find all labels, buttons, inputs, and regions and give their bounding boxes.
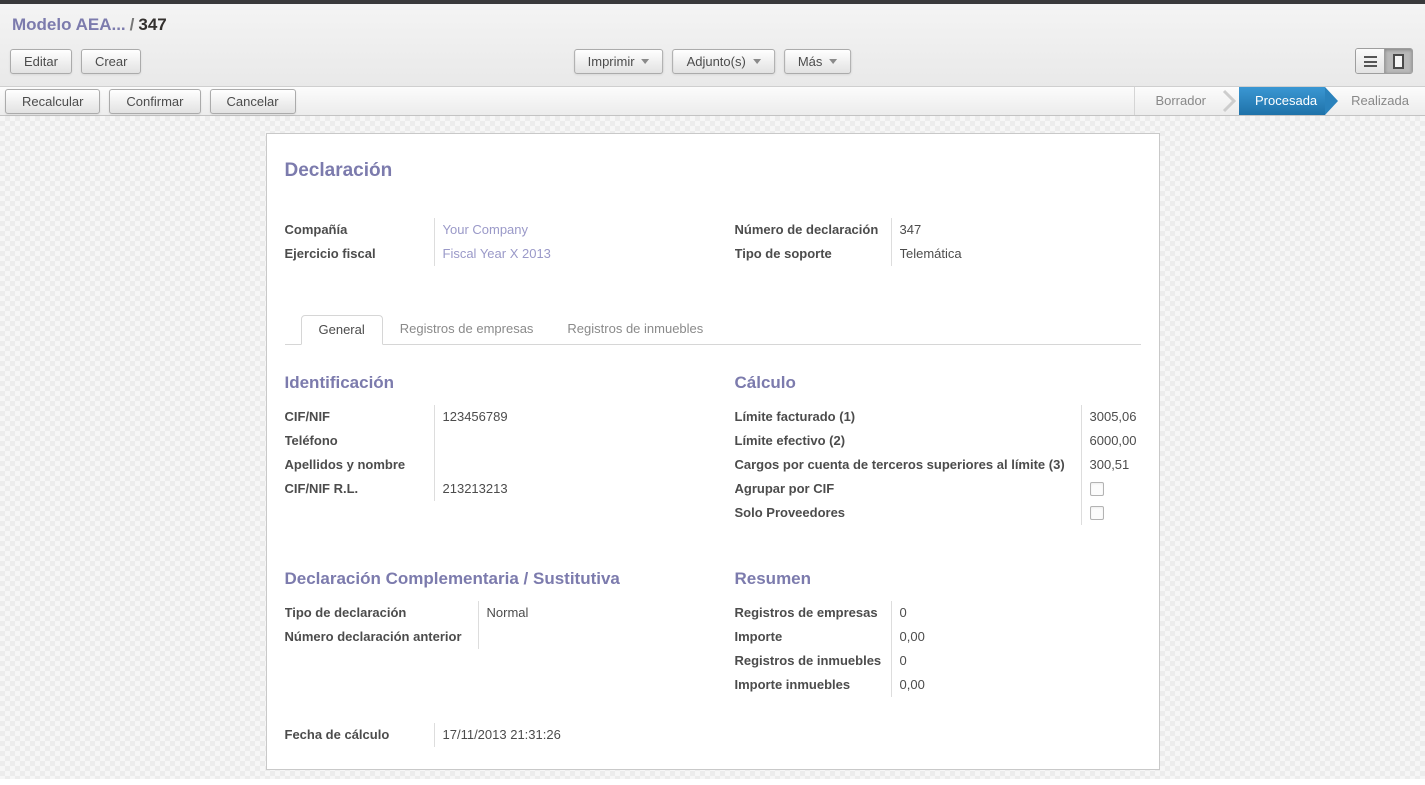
group-resumen: Registros de empresas Importe Registros … [735,601,1141,697]
field-value-ejercicio-fiscal-link[interactable]: Fiscal Year X 2013 [443,242,735,266]
form-view-button[interactable] [1384,49,1412,73]
field-value-cif-nif: 123456789 [443,405,735,429]
field-label-solo-proveedores: Solo Proveedores [735,501,1081,525]
status-step-realizada: Realizada [1325,87,1425,115]
field-label-ejercicio-fiscal: Ejercicio fiscal [285,242,434,266]
agrupar-por-cif-checkbox[interactable] [1090,482,1104,496]
status-step-borrador: Borrador [1139,87,1222,115]
section-title-identificacion: Identificación [285,373,735,393]
cancel-button-label: Cancelar [227,94,279,109]
section-title-complementaria: Declaración Complementaria / Sustitutiva [285,569,735,589]
notebook-tabs: General Registros de empresas Registros … [285,314,1141,345]
toolbar: Editar Crear Imprimir Adjunto(s) Más [10,48,1415,75]
field-label-importe-inmuebles: Importe inmuebles [735,673,891,697]
recalculate-button[interactable]: Recalcular [5,89,100,114]
print-dropdown-button[interactable]: Imprimir [574,49,664,74]
form-view-icon [1393,54,1404,69]
field-value-cif-nif-rl: 213213213 [443,477,735,501]
field-label-tipo-soporte: Tipo de soporte [735,242,891,266]
field-value-limite-facturado: 3005,06 [1090,405,1141,429]
control-panel: Modelo AEA.../347 Editar Crear Imprimir … [0,4,1425,86]
tab-registros-de-inmuebles[interactable]: Registros de inmuebles [550,315,720,345]
attachments-button-label: Adjunto(s) [687,54,746,69]
field-label-fecha-calculo: Fecha de cálculo [285,723,434,747]
form-background: Declaración Compañía Ejercicio fiscal Yo… [0,116,1425,779]
group-fecha-calculo: Fecha de cálculo 17/11/2013 21:31:26 [285,723,735,747]
field-value-cargos-terceros: 300,51 [1090,453,1141,477]
tab-registros-de-empresas[interactable]: Registros de empresas [383,315,551,345]
edit-button-label: Editar [24,54,58,69]
sheet-title: Declaración [285,160,1141,182]
breadcrumb: Modelo AEA.../347 [10,15,1415,35]
more-dropdown-button[interactable]: Más [784,49,852,74]
recalculate-button-label: Recalcular [22,94,83,109]
field-value-telefono [443,429,735,453]
header-fields: Compañía Ejercicio fiscal Your Company F… [285,218,1141,266]
section-title-resumen: Resumen [735,569,1141,589]
field-value-limite-efectivo: 6000,00 [1090,429,1141,453]
create-button[interactable]: Crear [81,49,142,74]
solo-proveedores-checkbox[interactable] [1090,506,1104,520]
field-value-tipo-declaracion: Normal [487,601,735,625]
field-label-numero-declaracion: Número de declaración [735,218,891,242]
field-value-registros-inmuebles: 0 [900,649,1141,673]
list-view-icon [1364,56,1377,67]
section-title-calculo: Cálculo [735,373,1141,393]
create-button-label: Crear [95,54,128,69]
tab-content-general: Identificación CIF/NIF Teléfono Apellido… [285,373,1141,747]
status-step-procesada-active: Procesada [1239,87,1325,115]
field-value-fecha-calculo: 17/11/2013 21:31:26 [443,723,735,747]
field-label-cargos-terceros: Cargos por cuenta de terceros superiores… [735,453,1081,477]
chevron-right-icon [1222,87,1237,115]
field-label-numero-declaracion-anterior: Número declaración anterior [285,625,478,649]
field-label-registros-inmuebles: Registros de inmuebles [735,649,891,673]
group-calculo: Límite facturado (1) Límite efectivo (2)… [735,405,1141,525]
dropdown-caret-icon [829,59,837,64]
field-value-tipo-soporte: Telemática [900,242,1141,266]
field-label-limite-efectivo: Límite efectivo (2) [735,429,1081,453]
field-label-importe: Importe [735,625,891,649]
group-identificacion: CIF/NIF Teléfono Apellidos y nombre CIF/… [285,405,735,501]
dropdown-caret-icon [753,59,761,64]
field-label-registros-empresas: Registros de empresas [735,601,891,625]
list-view-button[interactable] [1356,49,1384,73]
tab-general[interactable]: General [301,315,383,345]
field-value-numero-declaracion-anterior [487,625,735,649]
field-label-compania: Compañía [285,218,434,242]
field-value-importe: 0,00 [900,625,1141,649]
cancel-button[interactable]: Cancelar [210,89,296,114]
field-value-registros-empresas: 0 [900,601,1141,625]
confirm-button[interactable]: Confirmar [109,89,200,114]
dropdown-caret-icon [642,59,650,64]
field-label-cif-nif-rl: CIF/NIF R.L. [285,477,434,501]
field-value-numero-declaracion: 347 [900,218,1141,242]
field-label-apellidos-y-nombre: Apellidos y nombre [285,453,434,477]
breadcrumb-current: 347 [138,15,166,34]
more-button-label: Más [798,54,823,69]
field-value-importe-inmuebles: 0,00 [900,673,1141,697]
group-complementaria: Tipo de declaración Número declaración a… [285,601,735,649]
field-label-agrupar-por-cif: Agrupar por CIF [735,477,1081,501]
statusbar: Borrador Procesada Realizada [1134,87,1425,115]
field-label-telefono: Teléfono [285,429,434,453]
field-label-cif-nif: CIF/NIF [285,405,434,429]
field-value-apellidos-y-nombre [443,453,735,477]
confirm-button-label: Confirmar [126,94,183,109]
field-label-limite-facturado: Límite facturado (1) [735,405,1081,429]
view-switcher [1355,48,1413,74]
field-label-tipo-declaracion: Tipo de declaración [285,601,478,625]
edit-button[interactable]: Editar [10,49,72,74]
field-value-compania-link[interactable]: Your Company [443,218,735,242]
form-sheet: Declaración Compañía Ejercicio fiscal Yo… [266,133,1160,770]
breadcrumb-parent-link[interactable]: Modelo AEA... [12,15,126,34]
breadcrumb-separator: / [126,15,139,34]
print-button-label: Imprimir [588,54,635,69]
attachments-dropdown-button[interactable]: Adjunto(s) [673,49,775,74]
action-statusbar: Recalcular Confirmar Cancelar Borrador P… [0,86,1425,116]
